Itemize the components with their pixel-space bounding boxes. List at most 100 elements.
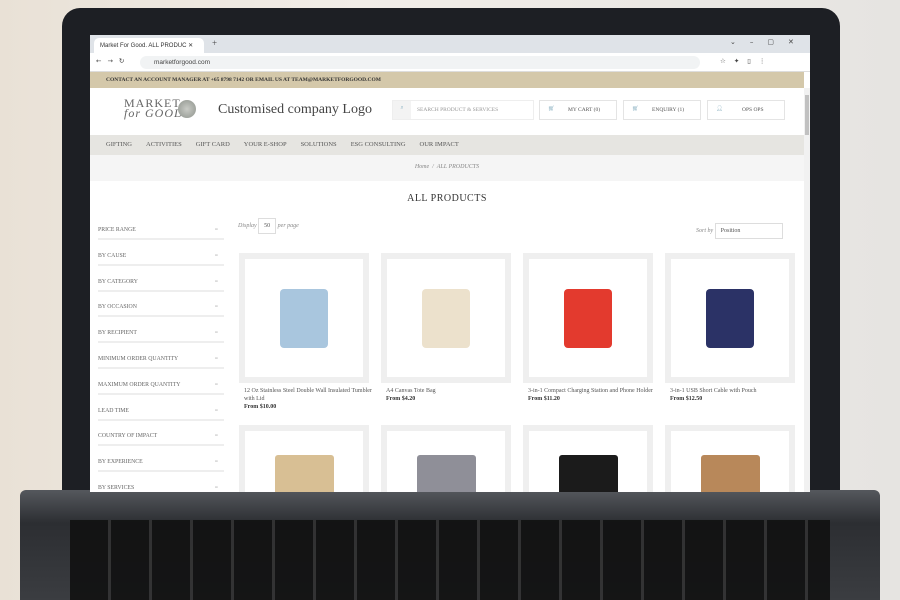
address-bar: ←→↻ marketforgood.com ☆✦▯⋮ [90,53,810,72]
nav-buttons-icon[interactable]: ←→↻ [96,57,130,65]
product-name[interactable]: A4 Canvas Tote Bag [386,387,516,395]
filter-maximum-order-quantity[interactable]: MAXIMUM ORDER QUANTITY ≡ [98,375,224,395]
product-price: From $10.00 [244,404,277,410]
filter-label: MAXIMUM ORDER QUANTITY [98,381,181,388]
display-select[interactable]: 50 [258,218,277,234]
expand-icon: ≡ [214,304,218,311]
product-card[interactable] [665,253,795,383]
product-price: From $11.20 [528,396,560,402]
sort-label: Sort by [696,228,714,234]
filter-lead-time[interactable]: LEAD TIME ≡ [98,401,224,421]
expand-icon: ≡ [214,433,218,440]
logo[interactable]: MARKET for GOOD [124,97,184,119]
filter-by-cause[interactable]: BY CAUSE ≡ [98,246,224,266]
nav-item[interactable]: OUR IMPACT [420,141,459,149]
filter-label: BY EXPERIENCE [98,459,143,466]
site-header: MARKET for GOOD Customised company Logo ⌕… [90,88,804,135]
product-image[interactable] [671,431,789,492]
product-card[interactable] [381,425,511,492]
product-info: 3-in-1 Compact Charging Station and Phon… [528,387,658,403]
close-icon[interactable]: ✕ [188,43,193,49]
product-info: 3-in-1 USB Short Cable with Pouch From $1… [670,387,800,403]
filter-minimum-order-quantity[interactable]: MINIMUM ORDER QUANTITY ≡ [98,349,224,369]
product-card[interactable] [239,253,369,383]
expand-icon: ≡ [214,252,218,259]
product-card[interactable] [381,253,511,383]
user-icon: 👤︎ [716,106,723,112]
product-card[interactable] [523,253,653,383]
sort-select[interactable]: Position [714,223,783,239]
search-input[interactable]: ⌕ SEARCH PRODUCT & SERVICES [392,100,534,120]
filter-label: BY CATEGORY [98,278,138,285]
filter-by-category[interactable]: BY CATEGORY ≡ [98,272,224,292]
filter-label: LEAD TIME [98,407,129,414]
filter-by-services[interactable]: BY SERVICES ≡ [98,478,224,492]
account-button[interactable]: 👤︎ OPS OPS [707,100,785,120]
nav-item[interactable]: ESG CONSULTING [351,141,406,149]
product-name[interactable]: 3-in-1 USB Short Cable with Pouch [670,387,800,395]
url-input[interactable]: marketforgood.com [140,56,700,69]
screen: Market For Good. ALL PRODUC ✕ + ⌄–▢✕ ←→↻… [90,35,810,492]
filter-label: COUNTRY OF IMPACT [98,433,158,440]
per-page-label: per page [277,223,299,229]
product-image[interactable] [671,259,789,377]
user-label: OPS OPS [742,107,764,113]
product-name[interactable]: 3-in-1 Compact Charging Station and Phon… [528,387,658,395]
filter-label: MINIMUM ORDER QUANTITY [98,356,179,362]
nav-item[interactable]: GIFTING [106,141,132,149]
extension-icons[interactable]: ☆✦▯⋮ [720,57,773,65]
scrollbar-thumb[interactable] [805,95,809,135]
product-name[interactable]: 12 Oz Stainless Steel Double Wall Insula… [244,387,374,403]
new-tab-icon[interactable]: + [212,38,217,48]
product-image[interactable] [245,431,363,492]
cart-label: MY CART (0) [568,107,601,113]
search-icon: ⌕ [393,101,411,119]
breadcrumb-home[interactable]: Home [415,164,429,170]
filter-country-of-impact[interactable]: COUNTRY OF IMPACT ≡ [98,426,224,447]
filter-label: BY OCCASION [98,304,137,311]
product-image[interactable] [245,259,363,377]
enquiry-button[interactable]: 🛒︎ ENQUIRY (1) [623,100,701,120]
product-image[interactable] [387,431,505,492]
breadcrumb-current: ALL PRODUCTS [436,164,480,170]
tab-title: Market For Good. ALL PRODUC [100,43,187,49]
contact-bar: CONTACT AN ACCOUNT MANAGER AT +65 8798 7… [90,72,804,88]
cart-icon: 🛒︎ [632,106,639,112]
browser-tab[interactable]: Market For Good. ALL PRODUC ✕ [94,38,204,53]
sort-control: Sort by Position [696,223,783,239]
cart-icon: 🛒︎ [548,106,555,112]
expand-icon: ≡ [214,330,218,337]
company-logo-text: Customised company Logo [218,102,372,117]
filter-by-experience[interactable]: BY EXPERIENCE ≡ [98,452,224,473]
breadcrumb: Home / ALL PRODUCTS [90,155,804,181]
filter-price-range[interactable]: PRICE RANGE ≡ [98,220,224,240]
nav-item[interactable]: SOLUTIONS [301,141,337,149]
filter-by-recipient[interactable]: BY RECIPIENT ≡ [98,323,224,344]
display-control: Display 50 per page [238,218,299,234]
logo-mark-icon [178,100,196,118]
expand-icon: ≡ [214,227,218,233]
product-image[interactable] [529,259,647,377]
expand-icon: ≡ [214,485,218,491]
product-image[interactable] [387,259,505,377]
filter-by-occasion[interactable]: BY OCCASION ≡ [98,297,224,318]
keyboard [70,520,830,600]
window-controls[interactable]: ⌄–▢✕ [730,38,808,46]
nav-item[interactable]: ACTIVITIES [146,141,182,149]
nav-item[interactable]: YOUR E-SHOP [244,141,287,149]
scrollbar[interactable] [804,88,810,492]
main-nav: GIFTING ACTIVITIES GIFT CARD YOUR E-SHOP SOL… [90,135,804,155]
search-placeholder: SEARCH PRODUCT & SERVICES [417,107,499,113]
expand-icon: ≡ [214,278,218,285]
nav-item[interactable]: GIFT CARD [196,141,230,149]
filter-label: BY RECIPIENT [98,330,137,337]
product-card[interactable] [523,425,653,492]
product-card[interactable] [665,425,795,492]
product-card[interactable] [239,425,369,492]
cart-button[interactable]: 🛒︎ MY CART (0) [539,100,617,120]
expand-icon: ≡ [214,459,218,466]
product-image[interactable] [529,431,647,492]
breadcrumb-separator: / [432,164,434,170]
product-price: From $12.50 [670,396,703,402]
expand-icon: ≡ [214,381,218,388]
